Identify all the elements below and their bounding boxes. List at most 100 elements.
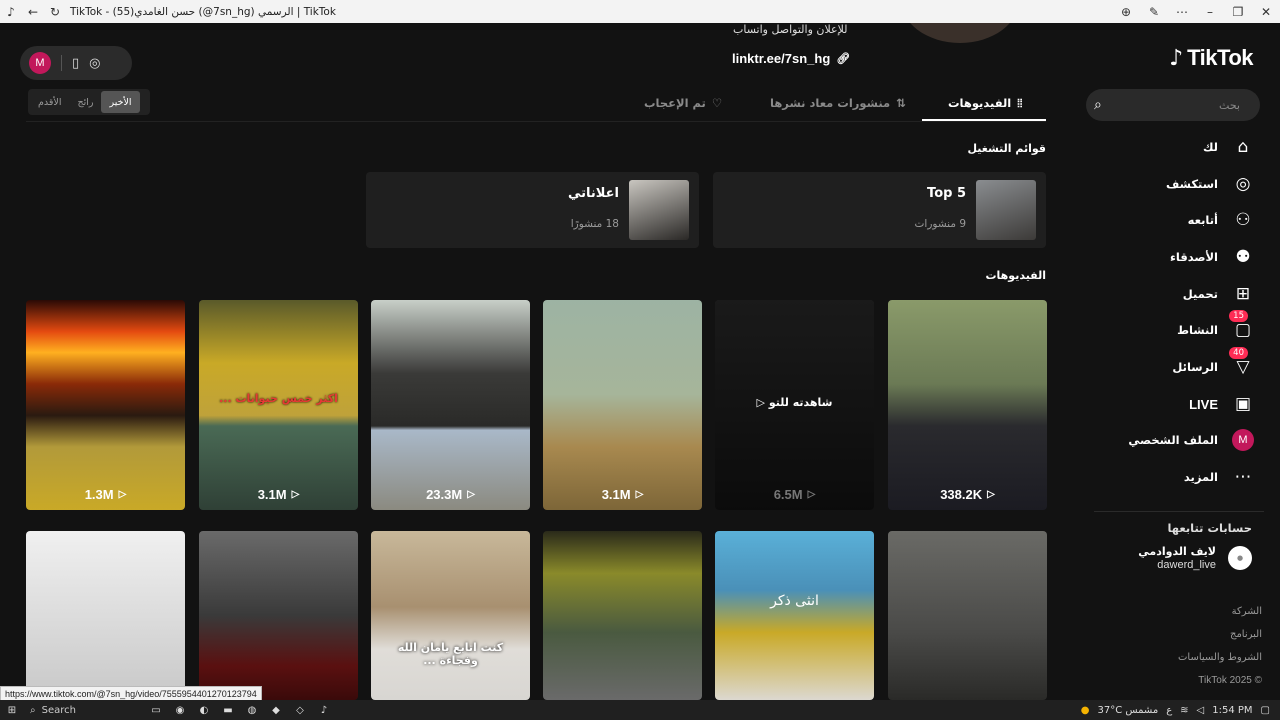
wifi-icon[interactable]: ≋ — [1180, 705, 1188, 716]
playlist-count: 9 منشورات — [914, 218, 966, 230]
activity-icon: ▢ 15 — [1229, 310, 1256, 343]
footer-link-company[interactable]: الشركة — [1232, 606, 1262, 617]
phone-icon[interactable]: ▯ — [72, 56, 79, 71]
playlist-name: اعلاناتي — [567, 186, 619, 201]
play-icon: ▷ — [807, 489, 816, 500]
app-icon[interactable]: ◆ — [264, 700, 288, 720]
file-explorer-icon[interactable]: ▬ — [216, 700, 240, 720]
sidebar-item-friends[interactable]: ⚉ الأصدقاء — [1170, 243, 1256, 271]
profile-avatar: M — [1232, 429, 1254, 451]
video-thumbnail[interactable]: اكثر خمس حيوانات ... 3.1M ▷ — [199, 300, 358, 510]
link-icon: 🔗︎ — [836, 53, 851, 65]
search-icon[interactable]: ⌕ — [1094, 97, 1102, 113]
following-account-item[interactable]: ● لايف الدوادمي dawerd_live — [1138, 545, 1252, 571]
menu-icon[interactable]: ⋯ — [1168, 0, 1196, 23]
video-thumbnail[interactable] — [199, 531, 358, 700]
view-count: 3.1M ▷ — [257, 487, 300, 502]
video-thumbnail[interactable]: 338.2K ▷ — [888, 300, 1047, 510]
sidebar-divider — [1094, 511, 1264, 512]
video-thumbnail[interactable]: انثى ذكر — [715, 531, 874, 700]
video-thumbnail[interactable] — [888, 531, 1047, 700]
video-thumbnail[interactable]: 1.3M ▷ — [26, 300, 185, 510]
account-avatar: ● — [1228, 546, 1252, 570]
refresh-icon[interactable]: ↻ — [44, 0, 66, 23]
sort-popular[interactable]: رائج — [69, 91, 101, 113]
extensions-icon[interactable]: ✎ — [1140, 0, 1168, 23]
play-icon: ▷ — [467, 489, 475, 500]
input-language[interactable]: ع — [1166, 705, 1172, 716]
video-caption: كنت اتابع يامان الله وفجاءة ... — [397, 641, 504, 667]
video-thumbnail[interactable]: 23.3M ▷ — [371, 300, 530, 510]
volume-icon[interactable]: ◁ — [1197, 705, 1205, 716]
notifications-icon[interactable]: ▢ — [1261, 705, 1270, 716]
search-icon: ⌕ — [30, 704, 36, 716]
restore-icon[interactable]: ❐ — [1224, 0, 1252, 23]
app-icon[interactable]: ◉ — [168, 700, 192, 720]
playlist-count: 18 منشورًا — [570, 218, 619, 230]
tab-liked[interactable]: ♡ تم الإعجاب — [644, 85, 722, 121]
friends-icon: ⚉ — [1235, 247, 1251, 267]
task-view-icon[interactable]: ▭ — [144, 700, 168, 720]
sidebar-item-explore[interactable]: ◎ استكشف — [1166, 170, 1256, 198]
sidebar: ♪ TikTok بحث ⌕ ⌂ لك ◎ استكشف ⚇ أتابعه ⚉ … — [1070, 23, 1280, 700]
status-bar-url: https://www.tiktok.com/@7sn_hg/video/755… — [0, 686, 262, 700]
tab-reposts[interactable]: ⇅ منشورات معاد نشرها — [770, 85, 906, 121]
playlist-card[interactable]: Top 5 9 منشورات — [713, 172, 1046, 248]
chrome-icon[interactable]: ◍ — [240, 700, 264, 720]
divider — [61, 55, 62, 71]
playlist-card[interactable]: اعلاناتي 18 منشورًا — [366, 172, 699, 248]
windows-taskbar: ⊞ ⌕ Search ▭ ◉ ◐ ▬ ◍ ◆ ◇ ♪ ● 37°C مشمس ع … — [0, 700, 1280, 720]
playlists-title: قوائم التشغيل — [967, 142, 1046, 155]
compass-icon: ◎ — [1235, 174, 1251, 194]
more-icon: ⋯ — [1234, 467, 1252, 487]
sidebar-item-for-you[interactable]: ⌂ لك — [1203, 133, 1256, 161]
clock-time[interactable]: 1:54 PM — [1212, 705, 1252, 716]
tab-videos[interactable]: ⦙⦙ الفيديوهات — [948, 85, 1022, 121]
profile-link-text[interactable]: linktr.ee/7sn_hg — [732, 51, 830, 66]
tiktok-logo[interactable]: ♪ TikTok — [1169, 45, 1253, 71]
video-thumbnail[interactable] — [26, 531, 185, 700]
sidebar-item-profile[interactable]: M الملف الشخصي — [1128, 426, 1256, 454]
sidebar-item-more[interactable]: ⋯ المزيد — [1184, 463, 1256, 491]
profile-link[interactable]: linktr.ee/7sn_hg 🔗︎ — [732, 51, 850, 66]
following-icon: ⚇ — [1235, 210, 1251, 230]
footer-link-program[interactable]: البرنامج — [1230, 629, 1262, 640]
taskbar-search[interactable]: ⌕ Search — [24, 702, 144, 718]
minimize-icon[interactable]: – — [1196, 0, 1224, 23]
app-icon[interactable]: ◇ — [288, 700, 312, 720]
edge-icon[interactable]: ◐ — [192, 700, 216, 720]
weather-icon: ● — [1080, 704, 1090, 716]
sidebar-item-following[interactable]: ⚇ أتابعه — [1188, 206, 1256, 234]
user-avatar[interactable]: M — [29, 52, 51, 74]
zoom-icon[interactable]: ⊕ — [1112, 0, 1140, 23]
video-caption: انثى ذكر — [770, 593, 819, 609]
back-icon[interactable]: ← — [22, 0, 44, 23]
tiktok-taskbar-icon[interactable]: ♪ — [312, 700, 336, 720]
search-input[interactable]: بحث — [1219, 99, 1240, 112]
sort-latest[interactable]: الأخير — [101, 91, 140, 113]
sort-toggle: الأقدم رائج الأخير — [28, 89, 150, 115]
video-thumbnail[interactable]: 3.1M ▷ — [543, 300, 702, 510]
sidebar-item-activity[interactable]: ▢ 15 النشاط — [1177, 310, 1256, 344]
windows-start-icon[interactable]: ⊞ — [0, 700, 24, 720]
heart-lock-icon: ♡ — [711, 96, 723, 110]
sidebar-item-live[interactable]: ▣ LIVE — [1189, 390, 1256, 418]
repost-icon: ⇅ — [896, 96, 906, 110]
account-name: لايف الدوادمي — [1138, 545, 1216, 558]
tab-liked-label: تم الإعجاب — [644, 96, 706, 110]
video-thumbnail[interactable]: كنت اتابع يامان الله وفجاءة ... — [371, 531, 530, 700]
sort-oldest[interactable]: الأقدم — [30, 91, 69, 113]
search-box[interactable]: بحث ⌕ — [1086, 89, 1260, 121]
video-caption: اكثر خمس حيوانات ... — [219, 392, 338, 405]
sidebar-item-upload[interactable]: ⊞ تحميل — [1183, 280, 1256, 308]
close-icon[interactable]: ✕ — [1252, 0, 1280, 23]
messages-badge: 40 — [1229, 347, 1248, 359]
playlist-thumbnail — [976, 180, 1036, 240]
video-thumbnail[interactable]: شاهدته للتو ▷ 6.5M ▷ — [715, 300, 874, 510]
video-thumbnail[interactable] — [543, 531, 702, 700]
footer-link-terms[interactable]: الشروط والسياسات — [1178, 652, 1262, 663]
sidebar-item-messages[interactable]: ▽ 40 الرسائل — [1172, 347, 1256, 381]
tab-videos-label: الفيديوهات — [948, 96, 1012, 110]
live-icon: ▣ — [1234, 394, 1252, 414]
compass-small-icon[interactable]: ◎ — [89, 56, 100, 71]
